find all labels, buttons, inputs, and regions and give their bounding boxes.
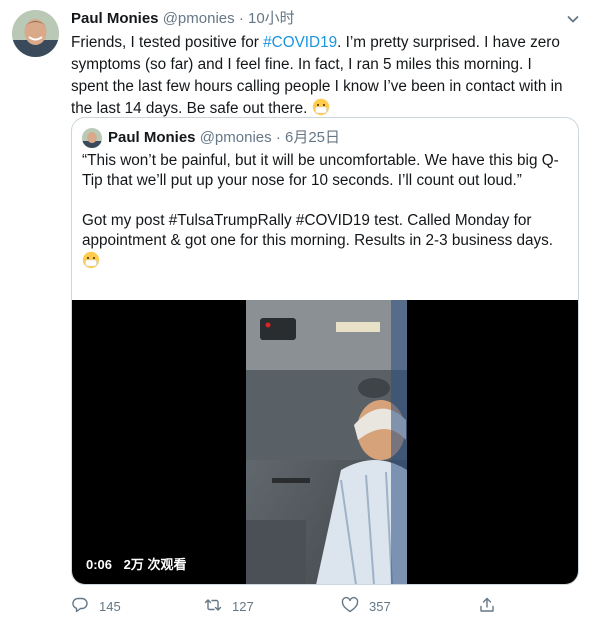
- quoted-tweet[interactable]: Paul Monies @pmonies · 6月25日 “This won’t…: [71, 117, 579, 585]
- author-name[interactable]: Paul Monies: [71, 10, 159, 27]
- action-bar: 145 127 357: [71, 596, 511, 616]
- quoted-paragraph-2-wrap: Got my post #TulsaTrumpRally #COVID19 te…: [82, 211, 562, 275]
- tweet-text-part1: Friends, I tested positive for: [71, 34, 264, 51]
- tweet: Paul Monies @pmonies · 10小时 Friends, I t…: [0, 0, 596, 629]
- quoted-avatar[interactable]: [82, 128, 102, 148]
- tweet-text: Friends, I tested positive for #COVID19.…: [71, 32, 571, 123]
- quoted-date: 6月25日: [284, 129, 341, 146]
- share-icon: [478, 596, 496, 617]
- face-with-medical-mask-icon: [82, 251, 100, 275]
- video-views: 2万 次观看: [123, 557, 187, 572]
- reply-icon: [71, 596, 89, 617]
- separator-dot: ·: [275, 129, 281, 146]
- author-handle[interactable]: @pmonies: [163, 10, 235, 27]
- chevron-down-icon[interactable]: [566, 12, 580, 26]
- retweet-icon: [204, 596, 222, 617]
- quoted-paragraph-1: “This won’t be painful, but it will be u…: [82, 152, 559, 189]
- timestamp[interactable]: 10小时: [248, 10, 295, 27]
- retweet-count: 127: [232, 598, 254, 614]
- video-info: 0:06 2万 次观看: [86, 554, 187, 573]
- like-button[interactable]: 357: [341, 596, 391, 616]
- reply-count: 145: [99, 598, 121, 614]
- like-count: 357: [369, 598, 391, 614]
- avatar[interactable]: [12, 10, 59, 57]
- heart-icon: [341, 596, 359, 617]
- retweet-button[interactable]: 127: [204, 596, 254, 616]
- quoted-header: Paul Monies @pmonies · 6月25日: [108, 129, 340, 147]
- tweet-header: Paul Monies @pmonies · 10小时: [71, 10, 295, 28]
- reply-button[interactable]: 145: [71, 596, 121, 616]
- hashtag-link[interactable]: #COVID19: [263, 34, 337, 51]
- video-frame: [246, 300, 407, 584]
- separator-dot: ·: [238, 10, 244, 27]
- quoted-text: “This won’t be painful, but it will be u…: [82, 151, 562, 275]
- quoted-paragraph-2: Got my post #TulsaTrumpRally #COVID19 te…: [82, 212, 554, 249]
- video-duration: 0:06: [86, 557, 113, 572]
- quoted-author-name: Paul Monies: [108, 129, 196, 146]
- share-button[interactable]: [478, 596, 496, 616]
- video-player[interactable]: 0:06 2万 次观看: [72, 300, 578, 584]
- quoted-author-handle: @pmonies: [199, 129, 272, 146]
